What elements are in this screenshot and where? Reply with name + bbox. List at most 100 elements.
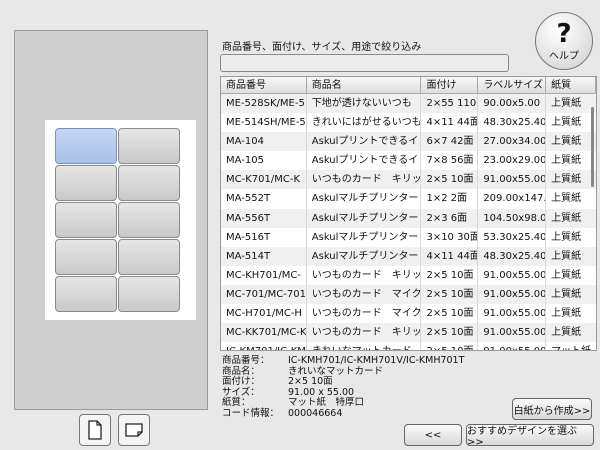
table-row[interactable]: ME-528SK/ME-5下地が透けないいつも2×55 110面90.00x5.… xyxy=(221,94,596,114)
table-row[interactable]: IC-KM701/IC-KMきれいなマットカード2×5 10面91.00x55.… xyxy=(221,342,596,350)
cell-layout: 2×5 10面 xyxy=(421,323,479,343)
label-grid xyxy=(55,128,180,312)
column-header-paper[interactable]: 紙質 xyxy=(546,77,596,93)
table-row[interactable]: MC-701/MC-701 いつものカード マイク 2×5 10面 91.00x55.… xyxy=(221,284,596,305)
cell-layout: 3×10 30面 xyxy=(421,227,479,247)
help-button[interactable]: ? ヘルプ xyxy=(535,12,593,70)
table-row[interactable]: MA-514T Askulマルチプリンター 4×11 44面 48.30x25.40 上… xyxy=(221,246,596,266)
cell-layout: 2×5 10面 xyxy=(421,170,479,190)
cell-product-number: MA-556T xyxy=(221,208,307,228)
detail-value: マット紙 特厚口 xyxy=(288,397,365,408)
table-row[interactable]: MC-H701/MC-H いつものカード マイク 2×5 10面 91.00x55.0… xyxy=(221,304,596,324)
table-row[interactable]: MC-KK701/MC-K いつものカード キリッ 2×5 10面 91.00x55.… xyxy=(221,323,596,343)
cell-product-number: MA-552T xyxy=(221,189,307,209)
label-cell[interactable] xyxy=(118,165,180,201)
table-scrollbar[interactable] xyxy=(591,107,594,187)
table-row[interactable]: ME-514SH/ME-5 きれいにはがせるいつも 4×11 44面 48.30x25… xyxy=(221,113,596,133)
cell-product-number: MA-105 xyxy=(221,151,307,171)
detail-row: 面付け： 2×5 10面 xyxy=(222,376,464,388)
detail-value: 000046664 xyxy=(288,407,343,419)
cell-paper: 上質紙 xyxy=(551,308,582,320)
cell-label-size: 91.00x55.00 xyxy=(478,284,547,305)
detail-key: コード情報： xyxy=(222,407,280,419)
cell-product-name: いつものカード キリッ xyxy=(307,265,422,285)
cell-label-size: 90.00x5.00 xyxy=(478,94,547,114)
cell-product-name: Askulプリントできるイ xyxy=(307,132,422,152)
cell-label-size: 48.30x25.40 xyxy=(478,113,547,133)
cell-paper: 上質紙 xyxy=(551,193,582,205)
table-row[interactable]: MA-105 Askulプリントできるイ 7×8 56面 23.00x29.00 上質紙 xyxy=(221,151,596,171)
cell-label-size: 91.00x55.00 xyxy=(478,304,547,324)
label-cell[interactable] xyxy=(118,276,180,312)
column-header-label-size[interactable]: ラベルサイズ xyxy=(478,77,547,93)
back-button[interactable]: << xyxy=(404,424,462,446)
label-cell[interactable] xyxy=(118,128,180,164)
create-from-blank-button[interactable]: 白紙から作成>> xyxy=(512,398,592,420)
column-header-product-name[interactable]: 商品名 xyxy=(307,77,422,93)
cell-product-name: いつものカード マイク xyxy=(307,284,422,305)
cell-product-number: IC-KM701/IC-KM xyxy=(221,342,307,350)
product-table: 商品番号 商品名 面付け ラベルサイズ 紙質 ME-528SK/ME-5 下地が透… xyxy=(220,76,597,351)
cell-product-number: MC-KK701/MC-K xyxy=(221,323,307,343)
table-header: 商品番号 商品名 面付け ラベルサイズ 紙質 xyxy=(221,77,596,94)
label-cell[interactable] xyxy=(55,276,117,312)
cell-product-name: いつものカード キリッ xyxy=(307,170,422,190)
cell-product-name: Askulマルチプリンター xyxy=(307,246,422,266)
cell-layout: 4×11 44面 xyxy=(421,113,479,133)
cell-label-size: 23.00x29.00 xyxy=(478,151,547,171)
column-header-product-number[interactable]: 商品番号 xyxy=(221,77,307,93)
label-sheet-preview xyxy=(45,120,196,320)
cell-paper: 上質紙 xyxy=(551,174,582,186)
cell-paper: 上質紙 xyxy=(551,117,582,129)
cell-label-size: 48.30x25.40 xyxy=(478,246,547,266)
table-row[interactable]: MA-552T Askulマルチプリンター 1×2 2面 209.00x147. 上質紙 xyxy=(221,189,596,209)
question-mark-icon: ? xyxy=(556,19,572,49)
label-cell[interactable] xyxy=(55,202,117,238)
table-body: ME-528SK/ME-5下地が透けないいつも2×55 110面90.00x5.… xyxy=(221,94,596,350)
label-preview-panel xyxy=(14,30,208,410)
portrait-view-button[interactable] xyxy=(79,414,111,446)
label-cell[interactable] xyxy=(118,239,180,275)
cell-layout: 2×5 10面 xyxy=(421,265,479,285)
detail-key: 面付け： xyxy=(222,376,261,387)
column-header-layout[interactable]: 面付け xyxy=(421,77,479,93)
cell-layout: 7×8 56面 xyxy=(421,151,479,171)
cell-paper: 上質紙 xyxy=(551,155,582,167)
cell-paper: 上質紙 xyxy=(551,250,582,262)
cell-product-name: Askulマルチプリンター xyxy=(307,208,422,228)
cell-product-number: MA-104 xyxy=(221,132,307,152)
detail-row: 紙質： マット紙 特厚口 xyxy=(222,397,464,409)
landscape-view-button[interactable] xyxy=(118,414,150,446)
table-row[interactable]: MA-516T Askulマルチプリンター 3×10 30面 53.30x25.40 上… xyxy=(221,227,596,247)
cell-layout: 4×11 44面 xyxy=(421,246,479,266)
cell-product-name: いつものカード マイク xyxy=(307,304,422,324)
cell-layout: 2×5 10面 xyxy=(421,304,479,324)
cell-layout: 2×5 10面 xyxy=(421,284,479,305)
label-cell[interactable] xyxy=(55,239,117,275)
detail-value: 2×5 10面 xyxy=(288,376,333,387)
cell-product-number: MC-H701/MC-H xyxy=(221,304,307,324)
cell-product-number: MA-516T xyxy=(221,227,307,247)
cell-paper: 上質紙 xyxy=(551,98,582,109)
label-cell[interactable] xyxy=(118,202,180,238)
cell-paper: マット紙 xyxy=(546,342,596,350)
cell-product-name: 下地が透けないいつも xyxy=(307,94,422,114)
cell-layout: 2×3 6面 xyxy=(421,208,479,228)
label-cell[interactable] xyxy=(55,128,117,164)
table-row[interactable]: MC-KH701/MC- いつものカード キリッ 2×5 10面 91.00x55.0… xyxy=(221,265,596,285)
table-row[interactable]: MA-104 Askulプリントできるイ 6×7 42面 27.00x34.00 上質紙 xyxy=(221,132,596,152)
cell-layout: 2×5 10面 xyxy=(421,342,479,350)
choose-recommended-design-button[interactable]: おすすめデザインを選ぶ>> xyxy=(466,424,594,448)
portrait-page-icon xyxy=(88,420,102,440)
cell-product-number: MA-514T xyxy=(221,246,307,266)
filter-input[interactable] xyxy=(220,54,509,72)
table-row[interactable]: MC-K701/MC-K いつものカード キリッ 2×5 10面 91.00x55.0… xyxy=(221,170,596,190)
cell-product-number: MC-K701/MC-K xyxy=(221,170,307,190)
cell-label-size: 91.00x55.00 xyxy=(478,323,547,343)
detail-value: IC-KMH701/IC-KMH701V/IC-KMH701T xyxy=(288,355,465,366)
cell-label-size: 91.00x55.00 xyxy=(478,170,547,190)
table-row[interactable]: MA-556T Askulマルチプリンター 2×3 6面 104.50x98.0 上質紙 xyxy=(221,208,596,228)
label-cell[interactable] xyxy=(55,165,117,201)
cell-label-size: 27.00x34.00 xyxy=(478,132,547,152)
cell-product-number: ME-528SK/ME-5 xyxy=(221,94,307,114)
